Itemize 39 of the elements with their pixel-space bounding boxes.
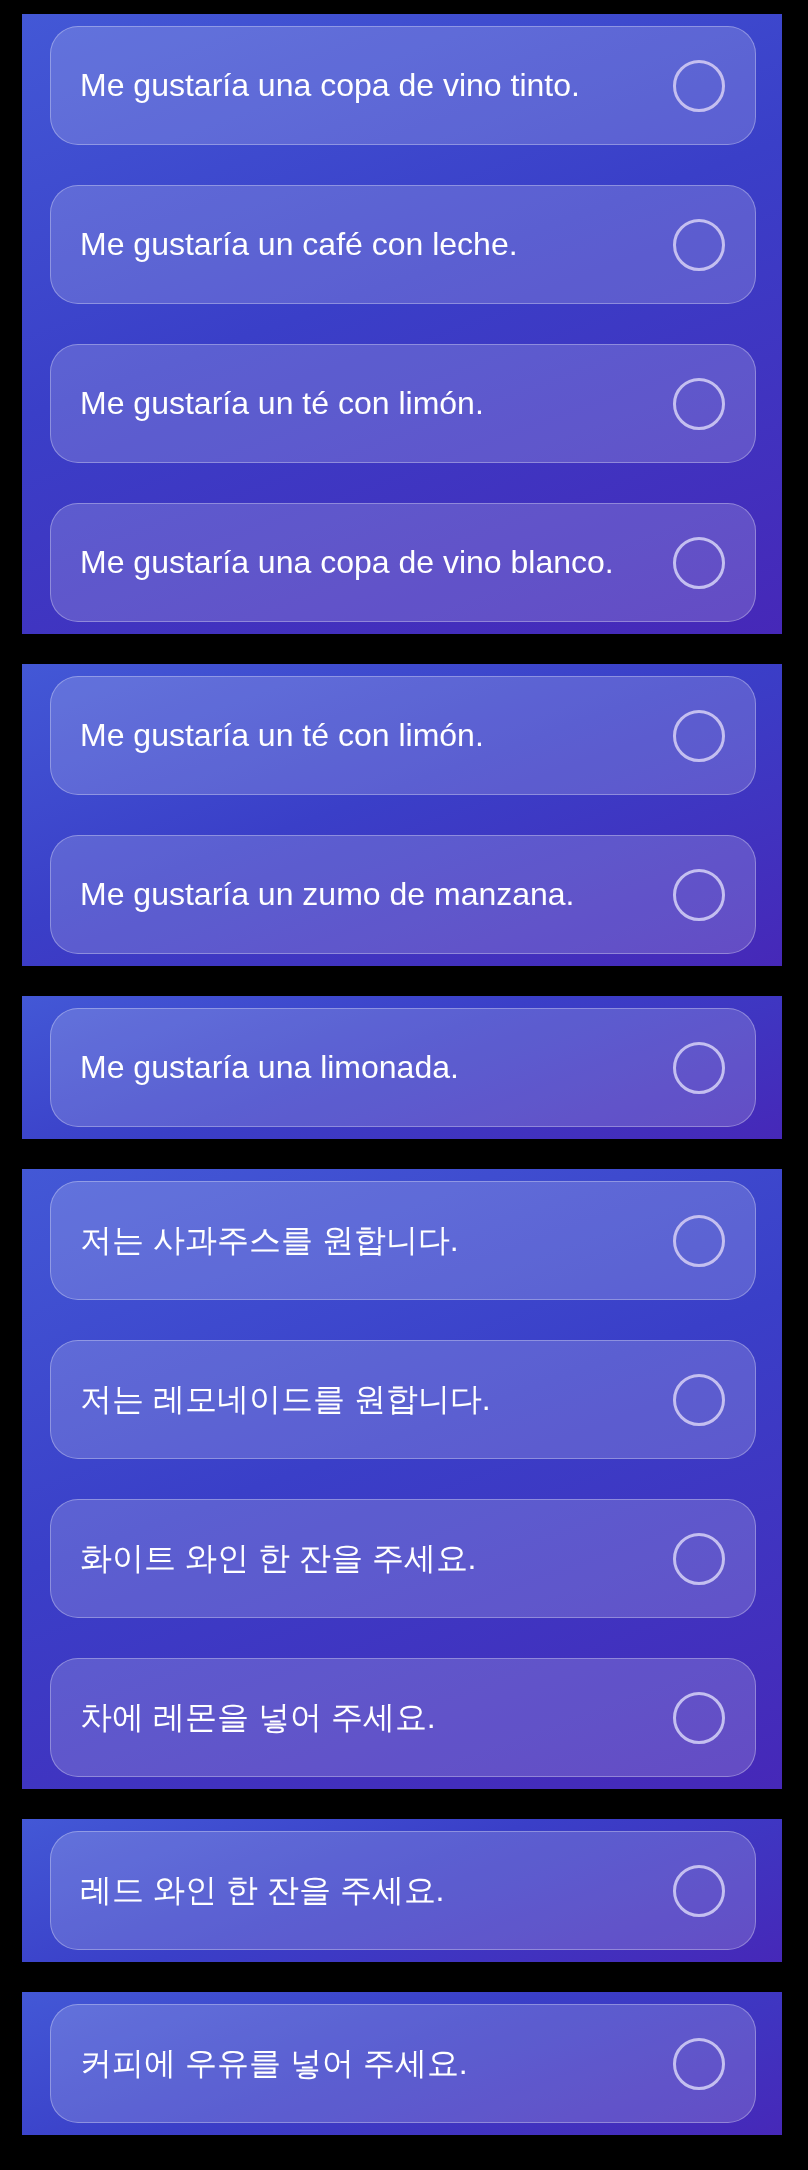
radio-button[interactable] xyxy=(673,1041,725,1094)
radio-button[interactable] xyxy=(673,1214,725,1267)
answer-option[interactable]: Me gustaría un zumo de manzana. xyxy=(50,835,756,954)
radio-button[interactable] xyxy=(673,709,725,762)
answer-text: Me gustaría un café con leche. xyxy=(80,225,519,265)
answer-option[interactable]: Me gustaría una copa de vino blanco. xyxy=(50,503,756,622)
radio-button[interactable] xyxy=(673,2037,725,2090)
answer-option[interactable]: 레드 와인 한 잔을 주세요. xyxy=(50,1831,756,1950)
radio-button[interactable] xyxy=(673,1864,725,1917)
radio-button[interactable] xyxy=(673,1532,725,1585)
answer-text: 차에 레몬을 넣어 주세요. xyxy=(80,1698,437,1738)
answer-text: 화이트 와인 한 잔을 주세요. xyxy=(80,1539,478,1579)
answer-option[interactable]: Me gustaría una limonada. xyxy=(50,1008,756,1127)
answer-text: Me gustaría un té con limón. xyxy=(80,384,485,424)
answer-text: 커피에 우유를 넣어 주세요. xyxy=(80,2044,469,2084)
answer-option[interactable]: Me gustaría un café con leche. xyxy=(50,185,756,304)
answer-text: Me gustaría una copa de vino tinto. xyxy=(80,66,581,106)
radio-button[interactable] xyxy=(673,1373,725,1426)
answer-option[interactable]: Me gustaría una copa de vino tinto. xyxy=(50,26,756,145)
answer-text: Me gustaría un té con limón. xyxy=(80,716,485,756)
answer-option[interactable]: 저는 레모네이드를 원합니다. xyxy=(50,1340,756,1459)
radio-button[interactable] xyxy=(673,377,725,430)
answer-text: Me gustaría un zumo de manzana. xyxy=(80,875,576,915)
answer-text: 저는 레모네이드를 원합니다. xyxy=(80,1380,492,1420)
answer-option[interactable]: 화이트 와인 한 잔을 주세요. xyxy=(50,1499,756,1618)
answer-text: Me gustaría una copa de vino blanco. xyxy=(80,543,615,583)
answer-option[interactable]: 저는 사과주스를 원합니다. xyxy=(50,1181,756,1300)
radio-button[interactable] xyxy=(673,59,725,112)
radio-button[interactable] xyxy=(673,536,725,589)
answer-option[interactable]: Me gustaría un té con limón. xyxy=(50,676,756,795)
radio-button[interactable] xyxy=(673,1691,725,1744)
answer-text: 레드 와인 한 잔을 주세요. xyxy=(80,1871,446,1911)
answer-text: 저는 사과주스를 원합니다. xyxy=(80,1221,460,1261)
answer-option[interactable]: 커피에 우유를 넣어 주세요. xyxy=(50,2004,756,2123)
answer-option[interactable]: 차에 레몬을 넣어 주세요. xyxy=(50,1658,756,1777)
radio-button[interactable] xyxy=(673,218,725,271)
answer-text: Me gustaría una limonada. xyxy=(80,1048,460,1088)
answer-option[interactable]: Me gustaría un té con limón. xyxy=(50,344,756,463)
radio-button[interactable] xyxy=(673,868,725,921)
